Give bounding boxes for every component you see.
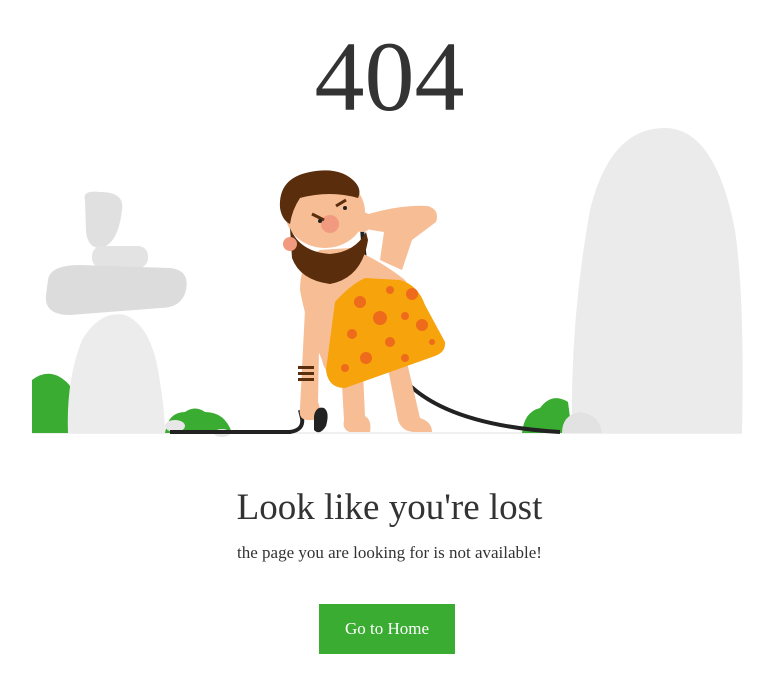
- go-home-button[interactable]: Go to Home: [319, 604, 455, 654]
- error-page: 404 Look like you're lost the page you a…: [0, 0, 779, 676]
- lost-illustration: [32, 128, 743, 437]
- lost-subtitle: the page you are looking for is not avai…: [237, 543, 542, 562]
- lost-title: Look like you're lost: [236, 487, 543, 528]
- boulder-icon: [562, 128, 743, 433]
- error-code: 404: [314, 21, 465, 132]
